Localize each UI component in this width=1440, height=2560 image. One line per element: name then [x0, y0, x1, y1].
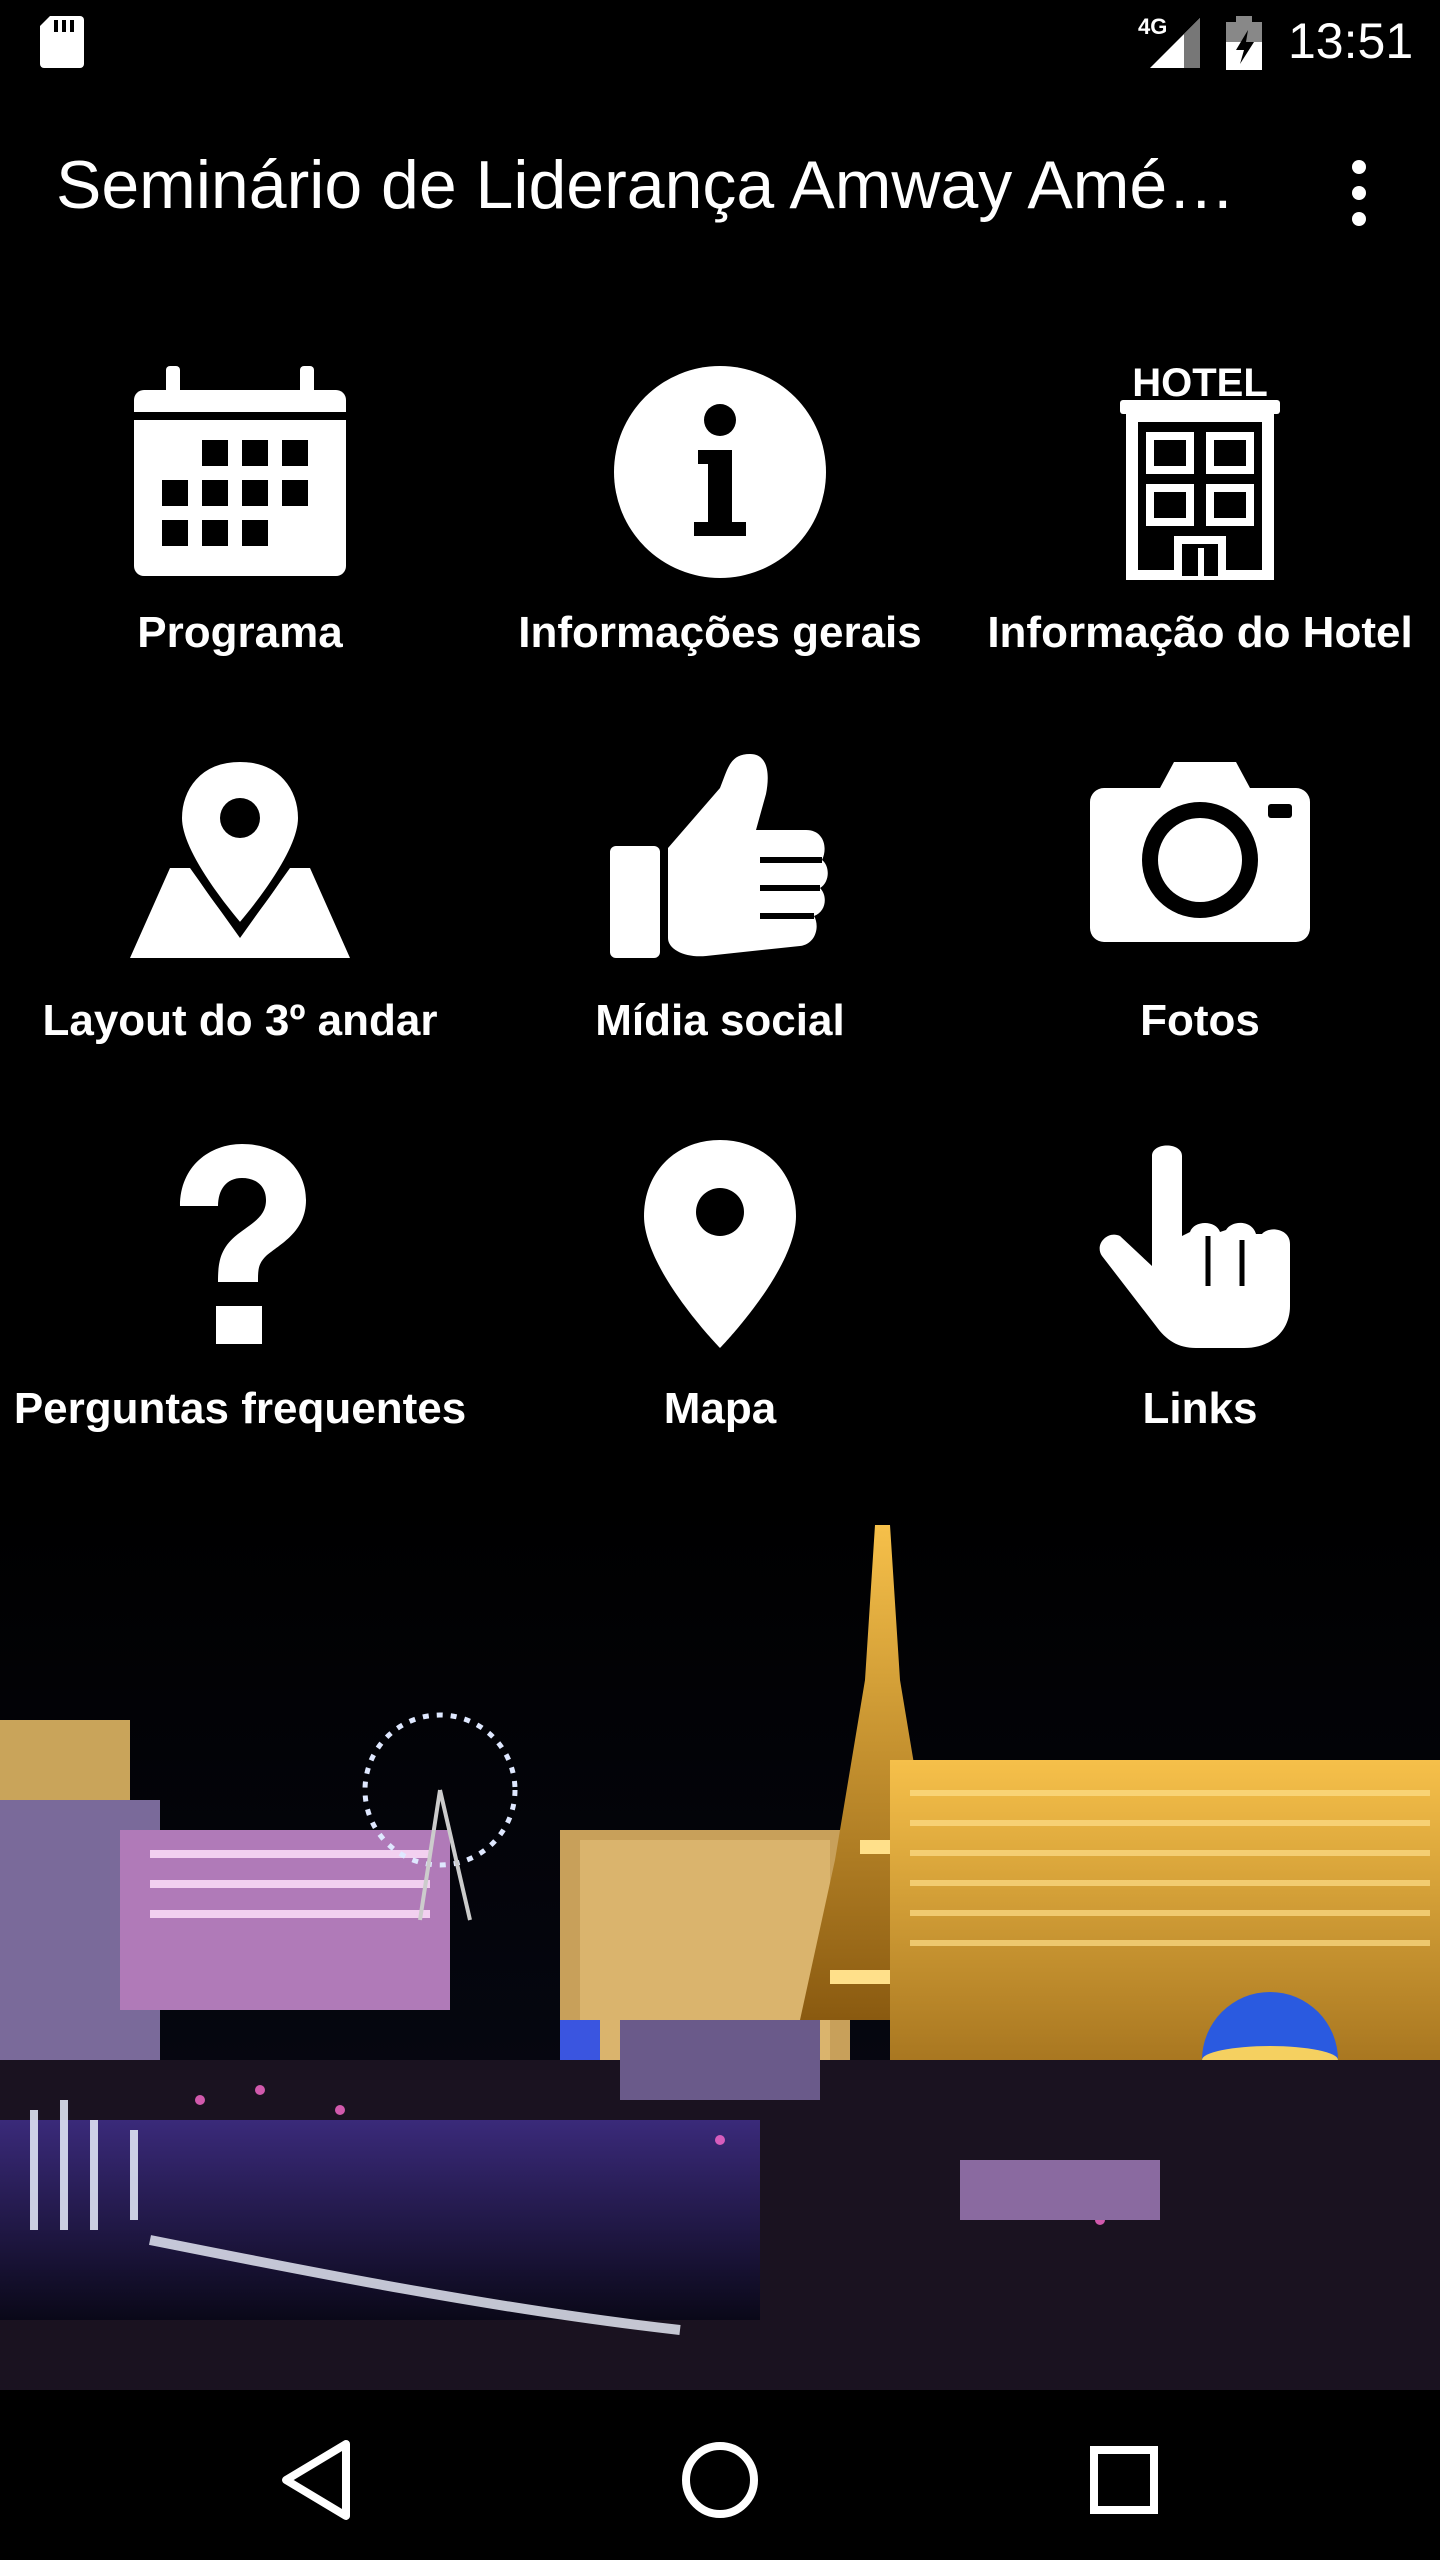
sd-card-icon: [40, 16, 84, 68]
question-icon: [180, 1144, 306, 1344]
svg-text:HOTEL: HOTEL: [1132, 361, 1268, 405]
navigation-bar: [0, 2390, 1440, 2560]
app-title: Seminário de Liderança Amway Amé…: [56, 147, 1236, 223]
info-icon: [614, 366, 826, 578]
back-icon[interactable]: [266, 2430, 366, 2530]
clock: 13:51: [1288, 13, 1414, 69]
menu-item-label: Perguntas frequentes: [13, 1384, 467, 1433]
menu-item-hotel[interactable]: HOTEL Informação do Hotel: [960, 340, 1440, 700]
app-bar: Seminário de Liderança Amway Amé…: [0, 84, 1440, 284]
location-pin-icon: [644, 1140, 796, 1348]
hotel-icon: HOTEL: [1120, 361, 1280, 580]
menu-item-midia-social[interactable]: Mídia social: [480, 728, 960, 1088]
menu-item-label: Programa: [137, 608, 343, 657]
camera-icon: [1090, 762, 1310, 942]
menu-item-label: Mídia social: [595, 996, 845, 1045]
map-pin-icon: [130, 753, 350, 958]
menu-item-perguntas-frequentes[interactable]: Perguntas frequentes: [0, 1116, 480, 1476]
calendar-icon: [134, 366, 346, 576]
more-vert-icon[interactable]: [1336, 148, 1386, 238]
menu-item-label: Informações gerais: [518, 608, 922, 657]
home-icon[interactable]: [670, 2430, 770, 2530]
menu-item-mapa[interactable]: Mapa: [480, 1116, 960, 1476]
menu-item-label: Mapa: [663, 1384, 777, 1433]
signal-icon: [1150, 18, 1200, 68]
city-skyline-background: [0, 1500, 1440, 2390]
status-bar: 4G 13:51: [0, 0, 1440, 84]
menu-item-programa[interactable]: Programa: [0, 340, 480, 700]
menu-item-fotos[interactable]: Fotos: [960, 728, 1440, 1088]
menu-item-label: Informação do Hotel: [987, 608, 1413, 657]
menu-item-label: Layout do 3º andar: [42, 996, 438, 1045]
menu-item-links[interactable]: Links: [960, 1116, 1440, 1476]
menu-item-label: Links: [1142, 1384, 1258, 1433]
menu-item-layout[interactable]: Layout do 3º andar: [0, 728, 480, 1088]
menu-item-label: Fotos: [1140, 996, 1260, 1045]
pointing-hand-icon: [1099, 1145, 1290, 1348]
menu-item-informacoes-gerais[interactable]: Informações gerais: [480, 340, 960, 700]
thumbs-up-icon: [610, 754, 828, 958]
recents-icon[interactable]: [1074, 2430, 1174, 2530]
menu-grid: Programa Informações gerais HOTEL Inform…: [0, 340, 1440, 1480]
battery-charging-icon: [1226, 16, 1262, 70]
